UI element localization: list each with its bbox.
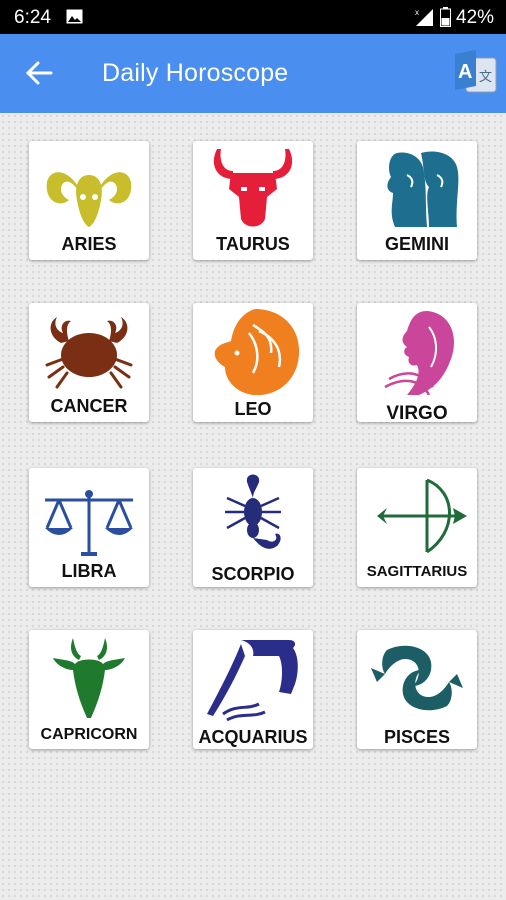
sign-card-gemini[interactable]: GEMINI	[357, 141, 477, 260]
svg-text:x: x	[415, 8, 419, 17]
sign-card-acquarius[interactable]: ACQUARIUS	[193, 630, 313, 749]
sagittarius-icon	[377, 478, 467, 554]
page-title: Daily Horoscope	[102, 59, 289, 87]
image-notification-icon	[66, 9, 83, 24]
sign-label: SCORPIO	[211, 564, 295, 584]
battery-percent: 42%	[456, 7, 495, 28]
sign-label: CAPRICORN	[40, 726, 138, 743]
svg-text:文: 文	[479, 70, 492, 85]
sign-card-capricorn[interactable]: CAPRICORN	[29, 630, 149, 749]
scorpio-icon	[225, 474, 281, 549]
sign-label: SAGITTARIUS	[366, 563, 468, 580]
cancer-icon	[45, 317, 133, 389]
taurus-icon	[213, 149, 293, 227]
virgo-icon	[384, 311, 454, 395]
sign-card-scorpio[interactable]: SCORPIO	[193, 468, 313, 587]
libra-icon	[45, 490, 133, 556]
battery-icon	[440, 7, 451, 27]
gemini-icon	[387, 151, 459, 227]
sign-label: VIRGO	[386, 403, 448, 424]
leo-icon	[214, 309, 300, 395]
sign-card-virgo[interactable]: VIRGO	[357, 303, 477, 424]
sign-label: ACQUARIUS	[198, 727, 308, 747]
aries-icon	[46, 172, 132, 227]
sign-label: ARIES	[61, 234, 117, 254]
app-bar: Daily Horoscope 文 A	[0, 34, 506, 113]
sign-card-libra[interactable]: LIBRA	[29, 468, 149, 587]
zodiac-grid: ARIES TAURUS GEMINI CANCER LEO VIRGO LIB…	[0, 113, 506, 900]
sign-card-pisces[interactable]: PISCES	[357, 630, 477, 749]
sign-label: LEO	[234, 399, 272, 419]
sign-card-aries[interactable]: ARIES	[29, 141, 149, 260]
sign-label: LIBRA	[61, 561, 117, 581]
sign-card-leo[interactable]: LEO	[193, 303, 313, 422]
sign-label: GEMINI	[384, 234, 449, 254]
sign-card-sagittarius[interactable]: SAGITTARIUS	[357, 468, 477, 587]
signal-icon: x	[415, 8, 433, 26]
sign-card-cancer[interactable]: CANCER	[29, 303, 149, 422]
pisces-icon	[371, 645, 463, 711]
sign-label: TAURUS	[216, 234, 290, 254]
status-bar: 6:24 x 42%	[0, 0, 506, 34]
sign-label: CANCER	[50, 396, 128, 416]
sign-label: PISCES	[383, 727, 451, 747]
back-arrow-icon[interactable]	[24, 58, 54, 88]
translate-icon[interactable]: 文 A	[452, 48, 500, 98]
capricorn-icon	[53, 638, 125, 718]
status-time: 6:24	[14, 7, 51, 28]
aquarius-icon	[207, 640, 298, 722]
svg-text:A: A	[458, 61, 472, 83]
sign-card-taurus[interactable]: TAURUS	[193, 141, 313, 260]
